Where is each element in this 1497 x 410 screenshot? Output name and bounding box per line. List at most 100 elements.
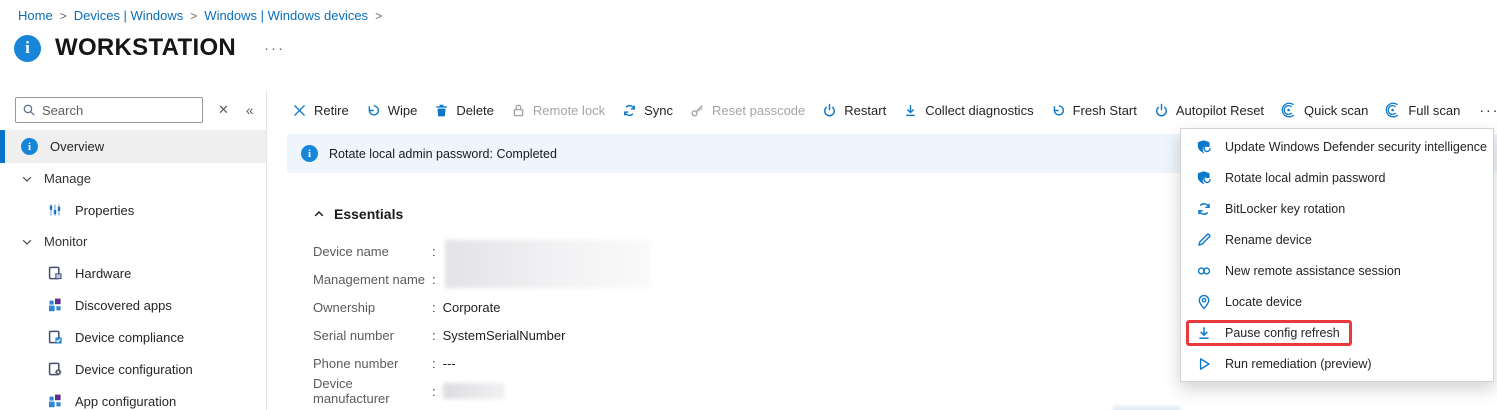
menu-item-bitlocker-key-rotation[interactable]: BitLocker key rotation: [1181, 193, 1493, 224]
button-label: Reset passcode: [712, 102, 806, 118]
button-label: Full scan: [1408, 102, 1461, 118]
button-label: Collect diagnostics: [925, 102, 1034, 118]
retire-button[interactable]: Retire: [292, 103, 349, 118]
field-label: Phone number: [313, 355, 399, 371]
sidebar: ✕ « Overview Manage Properties Monitor: [0, 90, 267, 410]
page-title: WORKSTATION: [55, 34, 237, 61]
sidebar-group-manage[interactable]: Manage: [0, 163, 266, 194]
sidebar-item-label: Device configuration: [75, 361, 193, 377]
button-label: Sync: [644, 102, 674, 118]
sidebar-item-app-configuration[interactable]: App configuration: [0, 385, 266, 410]
defender-refresh-icon: [1196, 170, 1212, 186]
chevron-down-icon: [20, 235, 34, 249]
defender-refresh-icon: [1196, 139, 1212, 155]
banner-text: Rotate local admin password: Completed: [329, 146, 557, 161]
sidebar-item-label: Device compliance: [75, 329, 185, 345]
redacted-value: [445, 240, 651, 288]
menu-item-pause-config-refresh[interactable]: Pause config refresh: [1181, 317, 1493, 348]
button-label: Restart: [844, 102, 887, 118]
menu-item-rename-device[interactable]: Rename device: [1181, 224, 1493, 255]
menu-item-new-remote-assistance-session[interactable]: New remote assistance session: [1181, 255, 1493, 286]
sidebar-item-device-compliance[interactable]: Device compliance: [0, 321, 266, 353]
breadcrumb-separator: >: [375, 8, 383, 23]
title-more-button[interactable]: ···: [264, 40, 285, 57]
redacted-value: [1113, 406, 1181, 410]
command-toolbar: Retire Wipe Delete Remote lock Sync Rese…: [292, 95, 1497, 125]
menu-item-label: Locate device: [1225, 294, 1303, 309]
field-value: Corporate: [442, 299, 501, 315]
essentials-right-column: Primary user Enrolled by Compliance : Co…: [1003, 405, 1497, 410]
menu-item-label: Pause config refresh: [1225, 325, 1340, 340]
button-label: Quick scan: [1304, 102, 1369, 118]
collect-diagnostics-button[interactable]: Collect diagnostics: [903, 102, 1034, 118]
sync-icon: [622, 103, 637, 118]
sidebar-collapse-button[interactable]: «: [246, 102, 254, 118]
sidebar-item-label: Discovered apps: [75, 297, 172, 313]
essentials-header[interactable]: Essentials: [312, 206, 403, 222]
menu-item-run-remediation[interactable]: Run remediation (preview): [1181, 348, 1493, 379]
sidebar-item-device-configuration[interactable]: Device configuration: [0, 353, 266, 385]
menu-item-label: Update Windows Defender security intelli…: [1225, 139, 1487, 154]
device-overview-page: Home > Devices | Windows > Windows | Win…: [0, 0, 1497, 410]
quick-scan-button[interactable]: Quick scan: [1281, 102, 1368, 118]
menu-item-label: New remote assistance session: [1225, 263, 1401, 278]
button-label: Autopilot Reset: [1175, 102, 1265, 118]
red-highlight-box: Pause config refresh: [1186, 319, 1352, 346]
sidebar-item-label: App configuration: [75, 393, 177, 409]
menu-item-label: Run remediation (preview): [1225, 356, 1372, 371]
breadcrumb-home[interactable]: Home: [18, 8, 53, 23]
menu-item-rotate-local-admin-password[interactable]: Rotate local admin password: [1181, 162, 1493, 193]
breadcrumb-separator: >: [190, 8, 198, 23]
menu-item-label: Rename device: [1225, 232, 1312, 247]
sidebar-item-hardware[interactable]: Hardware: [0, 257, 266, 289]
restart-button[interactable]: Restart: [822, 103, 886, 118]
menu-item-locate-device[interactable]: Locate device: [1181, 286, 1493, 317]
sidebar-item-label: Properties: [75, 202, 135, 218]
fresh-start-button[interactable]: Fresh Start: [1051, 103, 1137, 118]
reset-passcode-button[interactable]: Reset passcode: [690, 103, 805, 118]
field-label: Management name: [313, 271, 426, 287]
apps-icon: [47, 393, 63, 409]
info-icon: [301, 145, 318, 162]
sync-button[interactable]: Sync: [622, 103, 673, 118]
info-icon: [21, 138, 38, 155]
link-icon: [1196, 263, 1212, 279]
breadcrumb-devices-windows[interactable]: Devices | Windows: [74, 8, 184, 23]
search-input[interactable]: [42, 102, 196, 118]
info-icon: [14, 34, 41, 62]
sidebar-item-properties[interactable]: Properties: [0, 194, 266, 226]
delete-button[interactable]: Delete: [434, 103, 494, 118]
wipe-button[interactable]: Wipe: [366, 103, 417, 118]
full-scan-button[interactable]: Full scan: [1385, 102, 1460, 118]
field-label: Device name: [313, 243, 389, 259]
toolbar-overflow-button[interactable]: ···: [1479, 102, 1497, 118]
menu-item-update-defender-intelligence[interactable]: Update Windows Defender security intelli…: [1181, 131, 1493, 162]
toolbar-overflow-menu: Update Windows Defender security intelli…: [1180, 128, 1494, 382]
location-pin-icon: [1196, 294, 1212, 310]
sidebar-group-monitor[interactable]: Monitor: [0, 226, 266, 257]
chevron-up-icon: [312, 207, 326, 221]
lock-icon: [511, 103, 526, 118]
menu-item-label: BitLocker key rotation: [1225, 201, 1346, 216]
scan-icon: [1385, 102, 1401, 118]
sidebar-search-row: ✕ «: [15, 97, 256, 123]
search-box[interactable]: [15, 97, 203, 123]
sidebar-item-label: Hardware: [75, 265, 132, 281]
device-check-icon: [47, 329, 63, 345]
device-icon: [47, 265, 63, 281]
search-clear-button[interactable]: ✕: [218, 102, 229, 118]
sidebar-nav: Overview Manage Properties Monitor Hardw…: [0, 130, 266, 410]
sidebar-group-label: Monitor: [44, 234, 88, 249]
sidebar-item-overview[interactable]: Overview: [0, 130, 266, 163]
power-icon: [1154, 103, 1169, 118]
sidebar-item-discovered-apps[interactable]: Discovered apps: [0, 289, 266, 321]
undo-arrow-icon: [366, 103, 381, 118]
download-icon: [1196, 325, 1212, 341]
device-gear-icon: [47, 361, 63, 377]
power-icon: [822, 103, 837, 118]
autopilot-reset-button[interactable]: Autopilot Reset: [1154, 103, 1264, 118]
breadcrumb-windows-devices[interactable]: Windows | Windows devices: [204, 8, 368, 23]
remote-lock-button[interactable]: Remote lock: [511, 103, 605, 118]
field-value: SystemSerialNumber: [442, 327, 566, 343]
play-icon: [1196, 356, 1212, 372]
